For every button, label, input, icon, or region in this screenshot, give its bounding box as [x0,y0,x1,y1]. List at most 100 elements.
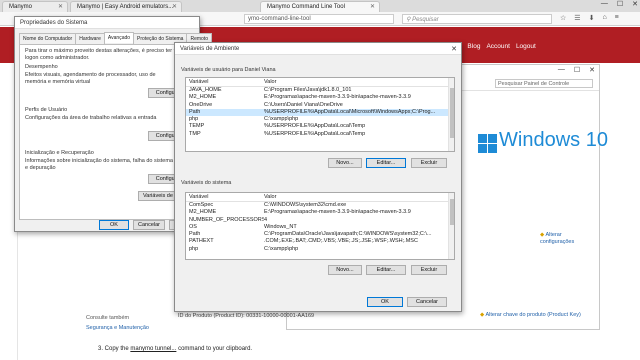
user-variables-label: Variáveis de usuário para Daniel Viana [181,67,276,73]
browser-search-input[interactable]: ⚲ Pesquisar [402,14,552,24]
scrollbar[interactable] [448,78,454,151]
variable-name: Path [189,231,201,238]
site-nav: et Blog Account Logout [456,43,536,50]
table-row[interactable]: NUMBER_OF_PROCESSORS 4 [186,217,454,224]
table-row[interactable]: PATHEXT .COM;.EXE;.BAT;.CMD;.VBS;.VBE;.J… [186,238,454,245]
ok-button[interactable]: OK [99,220,129,230]
browser-tab-label: Manymo [9,4,33,10]
user-new-button[interactable]: Novo... [328,158,362,168]
security-maintenance-link[interactable]: Segurança e Manutenção [86,325,149,331]
search-placeholder: Pesquisar [412,17,439,23]
cancel-button[interactable]: Cancelar [133,220,165,230]
column-header-variable[interactable]: Variável [186,193,264,201]
user-variables-list[interactable]: Variável Valor JAVA_HOME C:\Program File… [185,77,455,152]
variable-value: E:\Programas\apache-maven-3.3.9-bin\apac… [264,94,411,101]
variable-value: C:\ProgramData\Oracle\Java\javapath;C:\W… [264,231,432,238]
browser-tab-label: Manymo | Easy Android emulators... [77,4,174,10]
table-row[interactable]: ComSpec C:\WINDOWS\system32\cmd.exe [186,202,454,209]
list-header: Variável Valor [186,78,454,87]
variable-value: C:\Users\Daniel Viana\OneDrive [264,101,343,108]
tab-computer-name[interactable]: Nome do Computador [19,33,77,44]
close-icon[interactable]: ✕ [370,3,375,10]
variable-name: PATHEXT [189,238,214,245]
close-icon[interactable]: ✕ [451,45,457,53]
table-row-selected[interactable]: Path %USERPROFILE%\AppData\Local\Microso… [186,108,454,117]
scrollbar[interactable] [448,193,454,259]
column-header-value[interactable]: Valor [264,78,454,86]
user-edit-button[interactable]: Editar... [366,158,406,168]
home-icon[interactable]: ⌂ [602,14,606,22]
variable-value: C:\WINDOWS\system32\cmd.exe [264,202,347,208]
minimize-icon[interactable]: — [558,66,565,74]
dialog-title: Propriedades do Sistema [20,20,88,26]
alter-product-key-link[interactable]: ◆ Alterar chave do produto (Product Key) [480,312,581,318]
user-delete-button[interactable]: Excluir [411,158,447,168]
browser-tab[interactable]: Manymo ✕ [2,1,68,12]
reading-list-icon[interactable]: ☰ [574,14,580,22]
table-row[interactable]: php C:\xampp\php [186,246,454,253]
system-edit-button[interactable]: Editar... [366,265,406,275]
startup-description: Informações sobre inicialização do siste… [25,158,173,171]
variable-name: Path [189,108,201,115]
browser-nav-icons: ☆ ☰ ⬇ ⌂ ≡ [560,14,619,22]
close-window-icon[interactable]: ✕ [589,66,595,74]
alter-settings-label: Alterar configurações [540,232,575,245]
site-nav-link-account[interactable]: Account [486,43,510,50]
variable-name: php [189,116,199,123]
variable-name: M2_HOME [189,94,217,101]
url-bar[interactable]: ymo-command-line-tool [244,14,394,24]
menu-icon[interactable]: ≡ [615,14,619,22]
table-row[interactable]: OS Windows_NT [186,224,454,231]
variable-name: JAVA_HOME [189,87,222,93]
close-icon[interactable]: ✕ [172,3,177,10]
system-variables-label: Variáveis do sistema [181,180,232,186]
system-new-button[interactable]: Novo... [328,265,362,275]
scrollbar-thumb[interactable] [450,88,454,138]
browser-tab-active[interactable]: Manymo Command Line Tool ✕ [260,1,380,12]
table-row[interactable]: TMP %USERPROFILE%\AppData\Local\Temp [186,131,454,138]
variable-value: C:\xampp\php [264,245,299,252]
close-window-icon[interactable]: ✕ [632,0,638,8]
browser-tab[interactable]: Manymo | Easy Android emulators... ✕ [70,1,182,12]
startup-group-label: Inicialização e Recuperação [25,150,94,156]
column-header-variable[interactable]: Variável [186,78,264,86]
tab-advanced[interactable]: Avançado [103,32,135,43]
site-nav-link-blog[interactable]: Blog [467,43,480,50]
table-row[interactable]: Path C:\ProgramData\Oracle\Java\javapath… [186,231,454,238]
download-icon[interactable]: ⬇ [589,14,595,22]
maximize-icon[interactable]: ☐ [617,0,623,8]
ok-button[interactable]: OK [367,297,403,307]
site-nav-link-logout[interactable]: Logout [516,43,536,50]
table-row[interactable]: M2_HOME E:\Programas\apache-maven-3.3.9-… [186,209,454,216]
cancel-button[interactable]: Cancelar [407,297,447,307]
performance-description: Efeitos visuais, agendamento de processa… [25,72,156,85]
variable-value: C:\Program Files\Java\jdk1.8.0_101 [264,87,352,93]
table-row[interactable]: OneDrive C:\Users\Daniel Viana\OneDrive [186,102,454,109]
environment-variables-dialog: Variáveis de Ambiente ✕ Variáveis de usu… [174,42,462,312]
system-delete-button[interactable]: Excluir [411,265,447,275]
close-icon[interactable]: ✕ [58,3,63,10]
tab-hardware[interactable]: Hardware [75,33,105,44]
minimize-icon[interactable]: — [601,0,608,8]
column-header-value[interactable]: Valor [264,193,454,201]
bookmark-star-icon[interactable]: ☆ [560,14,566,22]
table-row[interactable]: JAVA_HOME C:\Program Files\Java\jdk1.8.0… [186,87,454,94]
maximize-icon[interactable]: ☐ [574,66,580,74]
table-row[interactable]: php C:\xampp\php [186,116,454,123]
variable-name: TEMP [189,123,205,130]
scrollbar-thumb[interactable] [450,199,454,225]
variable-name: ComSpec [189,202,214,208]
system-properties-titlebar: Propriedades do Sistema [15,17,199,29]
step-link[interactable]: manymo tunnel... [130,346,176,352]
table-row[interactable]: TEMP %USERPROFILE%\AppData\Local\Temp [186,123,454,130]
table-row[interactable]: M2_HOME E:\Programas\apache-maven-3.3.9-… [186,94,454,101]
instruction-step: 3. Copy the manymo tunnel... command to … [98,346,252,352]
alter-settings-link[interactable]: ◆ Alterar configurações [540,232,596,246]
variable-value: Windows_NT [264,223,297,230]
windows-brand-text: Windows 10 [499,129,608,151]
system-variables-list[interactable]: Variável Valor ComSpec C:\WINDOWS\system… [185,192,455,260]
variable-name: OS [189,223,197,230]
variable-value: 4 [264,216,268,223]
variable-value: %USERPROFILE%\AppData\Local\Microsoft\Wi… [264,108,436,115]
control-panel-search[interactable]: Pesquisar Painel de Controle [495,79,593,88]
